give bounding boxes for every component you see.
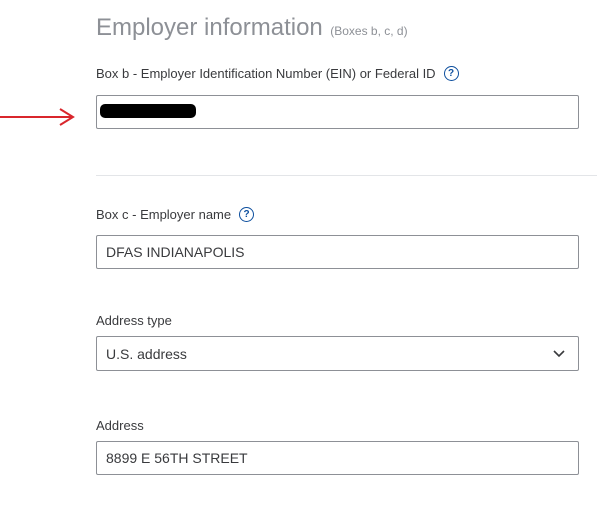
address-type-selected: U.S. address [106,345,187,362]
section-title-text: Employer information [96,14,323,41]
ein-label: Box b - Employer Identification Number (… [96,66,459,81]
employer-name-label-text: Box c - Employer name [96,207,232,222]
redaction-mark [100,104,196,118]
address-type-label: Address type [96,313,172,328]
red-arrow-icon [0,108,75,126]
ein-help-icon[interactable]: ? [443,66,459,81]
address-label: Address [96,418,144,433]
section-title: Employer information (Boxes b, c, d) [96,14,408,42]
employer-name-help-icon[interactable]: ? [239,207,255,222]
address-input[interactable]: 8899 E 56TH STREET [96,441,579,475]
employer-name-value: DFAS INDIANAPOLIS [106,244,245,260]
section-divider [96,175,597,176]
ein-input[interactable] [96,95,579,129]
address-label-text: Address [96,418,144,433]
ein-label-text: Box b - Employer Identification Number (… [96,66,436,81]
employer-name-input[interactable]: DFAS INDIANAPOLIS [96,235,579,269]
section-subtitle: (Boxes b, c, d) [330,24,408,38]
address-value: 8899 E 56TH STREET [106,450,248,466]
address-type-select[interactable]: U.S. address [96,336,579,371]
chevron-down-icon [553,350,565,358]
employer-name-label: Box c - Employer name ? [96,207,255,222]
address-type-label-text: Address type [96,313,172,328]
